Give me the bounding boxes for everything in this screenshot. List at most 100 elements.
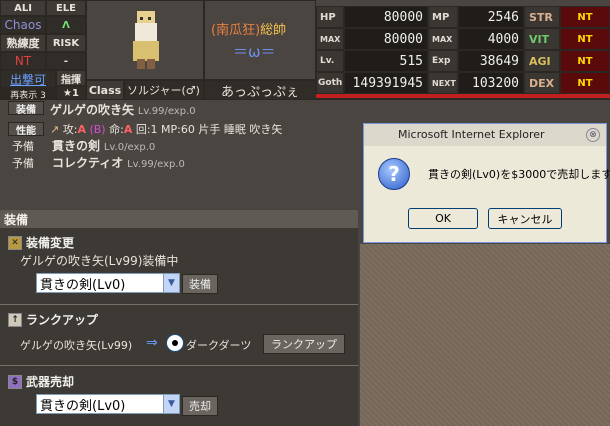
ele-label: ELE — [46, 0, 86, 16]
equip-select-value: 貫きの剣(Lv0) — [40, 277, 126, 293]
reserve-label-2: 予備 — [12, 157, 34, 170]
rankup-button[interactable]: ランクアップ — [263, 334, 345, 354]
next-label: NEXT — [428, 72, 458, 94]
rankup-label: ランクアップ — [26, 313, 99, 327]
rankup-icon: ↑ — [8, 312, 22, 327]
equip-change-icon: ✕ — [8, 235, 22, 250]
hp-value: 80000 — [344, 6, 428, 28]
performance-line: ↗ 攻:A (B) 命:A 回:1 MP:60 片手 睡眠 吹き矢 — [50, 121, 282, 137]
class-label: Class — [86, 80, 124, 100]
rankup-radio[interactable] — [166, 334, 184, 352]
risk-value: - — [46, 52, 86, 70]
mp-max-label: MAX — [428, 28, 458, 50]
element-icon: Λ — [46, 16, 86, 34]
jukuren-label: 熟練度 — [0, 34, 46, 52]
chevron-down-icon[interactable]: ▼ — [163, 274, 179, 292]
vit-nt-badge: NT — [560, 28, 610, 50]
agi-label: AGI — [524, 50, 560, 72]
reserve-2-name: コレクティオ — [52, 156, 124, 170]
reserve-weapon-1: 貫きの剣 Lv.0/exp.0 — [52, 137, 155, 154]
chevron-down-icon[interactable]: ▼ — [163, 395, 179, 413]
attack-rank: A — [77, 123, 86, 136]
title-rank: 総帥 — [260, 23, 287, 38]
shiki-star: ★1 — [56, 86, 86, 100]
dialog-message: 貫きの剣(Lv0)を$3000で売却します — [428, 168, 610, 181]
rankup-target: ダークダーツ — [186, 339, 252, 352]
class-value: ソルジャー(♂) — [124, 80, 204, 100]
ok-button[interactable]: OK — [408, 208, 478, 229]
sell-icon: $ — [8, 374, 22, 389]
background-texture — [360, 244, 610, 426]
equipped-weapon: ゲルゲの吹き矢 Lv.99/exp.0 — [50, 101, 196, 118]
rankup-from: ゲルゲの吹き矢(Lv99) — [20, 339, 133, 352]
cancel-button[interactable]: キャンセル — [488, 208, 562, 229]
performance-details: 回:1 MP:60 片手 睡眠 吹き矢 — [135, 123, 283, 136]
next-value: 103200 — [458, 72, 524, 94]
dex-label: DEX — [524, 72, 560, 94]
equip-button[interactable]: 装備 — [182, 274, 218, 294]
level-label: Lv. — [316, 50, 344, 72]
stats-panel: HP 80000 MP 2546 STR NT MAX 80000 MAX 40… — [316, 6, 610, 100]
exp-label: Exp — [428, 50, 458, 72]
reserve-2-level: Lv.99/exp.0 — [127, 159, 185, 170]
shiki-label: 指揮 — [56, 70, 86, 86]
agi-nt-badge: NT — [560, 50, 610, 72]
sell-select[interactable]: 貫きの剣(Lv0) ▼ — [36, 394, 180, 414]
dex-nt-badge: NT — [560, 72, 610, 94]
weapon-name: ゲルゲの吹き矢 — [50, 103, 135, 117]
goth-label: Goth — [316, 72, 344, 94]
reserve-label-1: 予備 — [12, 140, 34, 153]
nt-value: NT — [0, 52, 46, 70]
equip-change-status: ゲルゲの吹き矢(Lv99)装備中 — [20, 254, 179, 268]
mp-max-value: 4000 — [458, 28, 524, 50]
alert-dialog: Microsoft Internet Explorer ⊗ ? 貫きの剣(Lv0… — [363, 123, 610, 243]
sell-title: $ 武器売却 — [8, 373, 74, 390]
hp-bar — [316, 94, 610, 98]
reserve-1-level: Lv.0/exp.0 — [103, 142, 156, 153]
accuracy-label: 命: — [109, 123, 124, 136]
equip-panel-header: 装備 — [0, 210, 358, 228]
sell-select-value: 貫きの剣(Lv0) — [40, 398, 126, 414]
mp-label: MP — [428, 6, 458, 28]
hp-label: HP — [316, 6, 344, 28]
rankup-arrow: ⇒ — [146, 335, 158, 351]
weapon-level: Lv.99/exp.0 — [137, 106, 196, 117]
vit-label: VIT — [524, 28, 560, 50]
equip-change-label: 装備変更 — [26, 236, 75, 250]
equip-tag: 装備 — [8, 101, 44, 116]
close-icon[interactable]: ⊗ — [586, 128, 600, 142]
chaos-value: Chaos — [0, 16, 46, 34]
dialog-title: Microsoft Internet Explorer — [398, 128, 545, 141]
risk-label: RISK — [46, 34, 86, 52]
rankup-title: ↑ ランクアップ — [8, 311, 98, 328]
dialog-titlebar: Microsoft Internet Explorer ⊗ — [364, 124, 606, 146]
equip-change-title: ✕ 装備変更 — [8, 234, 74, 251]
reserve-weapon-2: コレクティオ Lv.99/exp.0 — [52, 154, 185, 171]
sell-label: 武器売却 — [26, 375, 75, 389]
attack-label: 攻: — [62, 123, 78, 136]
sell-button[interactable]: 売却 — [182, 396, 218, 416]
question-icon: ? — [378, 158, 410, 190]
mp-value: 2546 — [458, 6, 524, 28]
ali-label: ALI — [0, 0, 46, 16]
str-label: STR — [524, 6, 560, 28]
str-nt-badge: NT — [560, 6, 610, 28]
divider — [0, 304, 358, 305]
performance-tag: 性能 — [8, 122, 44, 137]
hp-max-value: 80000 — [344, 28, 428, 50]
emblem: ＝ω＝ — [233, 43, 276, 61]
hp-max-label: MAX — [316, 28, 344, 50]
avatar — [86, 0, 204, 80]
attack-sub-rank: (B) — [89, 123, 106, 136]
reserve-1-name: 貫きの剣 — [52, 139, 101, 153]
accuracy-rank: A — [123, 123, 133, 136]
goth-value: 149391945 — [344, 72, 428, 94]
level-value: 515 — [344, 50, 428, 72]
character-name: あっぷっぷぇ — [204, 80, 316, 100]
divider — [0, 365, 358, 366]
title-prefix: (南瓜狂) — [211, 23, 261, 38]
exp-value: 38649 — [458, 50, 524, 72]
refresh-link[interactable]: 再表示 3 — [0, 88, 56, 101]
shugeki-status: 出撃可 — [0, 70, 56, 88]
equip-select[interactable]: 貫きの剣(Lv0) ▼ — [36, 273, 180, 293]
